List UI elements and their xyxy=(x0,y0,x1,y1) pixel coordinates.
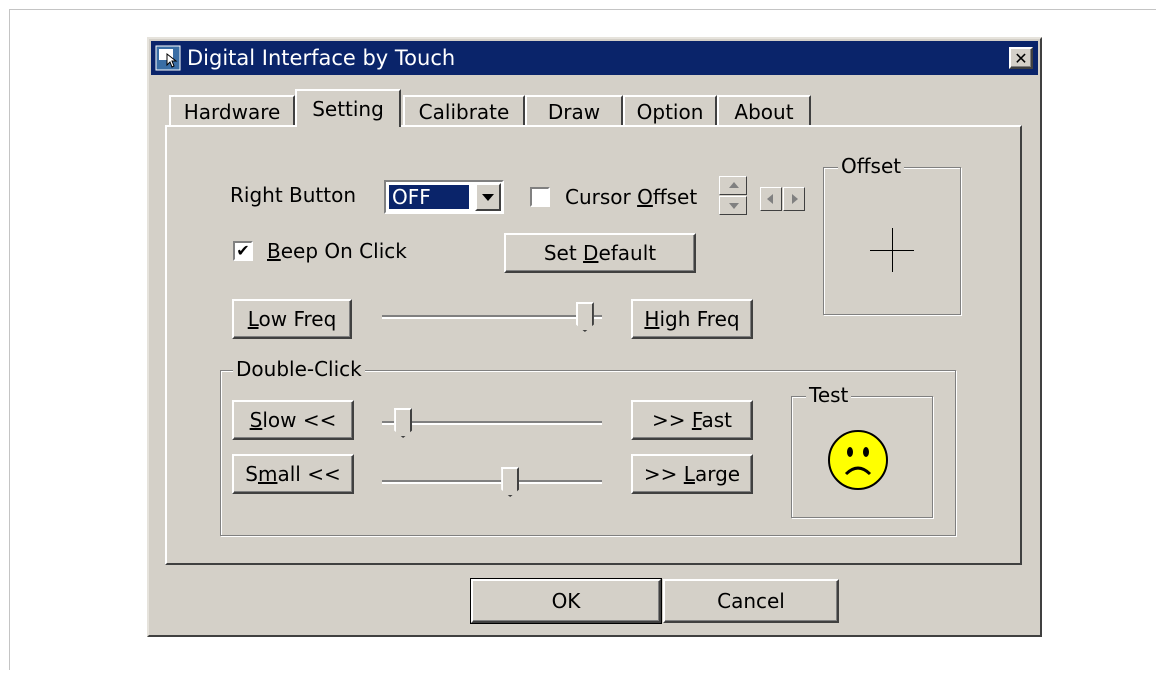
large-button[interactable]: >> Large xyxy=(631,454,753,494)
label-part: >> xyxy=(643,462,684,486)
offset-group: Offset xyxy=(823,154,961,315)
tab-label: Calibrate xyxy=(418,100,510,124)
label-accel: B xyxy=(267,239,281,263)
label-part: arge xyxy=(694,462,741,486)
offset-left-button[interactable] xyxy=(760,187,782,211)
label-part: >> xyxy=(651,408,692,432)
offset-group-label: Offset xyxy=(838,154,905,178)
tab-label: Hardware xyxy=(183,100,281,124)
ok-button[interactable]: OK xyxy=(471,579,661,623)
double-click-group-label: Double-Click xyxy=(233,357,365,381)
label-accel: S xyxy=(249,408,263,432)
label-part: low << xyxy=(262,408,337,432)
tab-label: Draw xyxy=(547,100,601,124)
tab-about[interactable]: About xyxy=(717,95,811,127)
offset-down-button[interactable] xyxy=(719,196,747,215)
freq-slider-track[interactable] xyxy=(382,315,602,319)
right-button-select[interactable]: OFF xyxy=(384,180,504,214)
tab-hardware[interactable]: Hardware xyxy=(169,95,295,127)
fast-label: >> Fast xyxy=(652,408,732,432)
label-accel: m xyxy=(257,462,278,486)
tab-label: Setting xyxy=(312,97,384,121)
label-accel: L xyxy=(683,462,695,486)
cursor-offset-checkbox[interactable] xyxy=(530,187,550,207)
dropdown-arrow-icon[interactable] xyxy=(475,183,501,211)
tab-draw[interactable]: Draw xyxy=(525,95,623,127)
arrow-right-icon xyxy=(792,194,798,204)
label-part: S xyxy=(245,462,258,486)
crosshair-icon-vertical xyxy=(892,228,893,272)
offset-up-button[interactable] xyxy=(719,176,747,195)
offset-right-button[interactable] xyxy=(783,187,805,211)
sad-face-icon[interactable] xyxy=(828,430,888,490)
label-part: all << xyxy=(277,462,341,486)
test-group: Test xyxy=(791,383,933,518)
checkmark-icon: ✔ xyxy=(236,241,250,260)
small-button[interactable]: Small << xyxy=(232,454,354,494)
right-button-label: Right Button xyxy=(230,183,357,207)
sad-face-features xyxy=(844,447,872,476)
tab-option[interactable]: Option xyxy=(623,95,717,127)
low-freq-label: Low Freq xyxy=(248,307,337,331)
label-accel: F xyxy=(691,408,702,432)
right-button-selected-value: OFF xyxy=(388,184,470,210)
close-button[interactable]: ✕ xyxy=(1009,47,1033,69)
label-part: Cursor xyxy=(565,185,638,209)
title-bar[interactable]: Digital Interface by Touch ✕ xyxy=(151,41,1038,75)
window-title: Digital Interface by Touch xyxy=(187,46,456,70)
label-part: ow Freq xyxy=(258,307,337,331)
arrow-down-icon xyxy=(729,203,739,209)
tab-label: About xyxy=(734,100,794,124)
label-part: igh Freq xyxy=(659,307,740,331)
close-icon: ✕ xyxy=(1014,48,1028,68)
ok-label: OK xyxy=(551,589,581,613)
label-accel: L xyxy=(247,307,259,331)
cancel-label: Cancel xyxy=(717,589,785,613)
size-slider-track[interactable] xyxy=(382,480,602,484)
beep-on-click-checkbox[interactable]: ✔ xyxy=(233,241,253,261)
label-accel: D xyxy=(583,241,599,265)
beep-on-click-label: Beep On Click xyxy=(267,239,407,263)
label-part: Set xyxy=(543,241,584,265)
slow-button[interactable]: Slow << xyxy=(232,400,354,440)
label-accel: H xyxy=(644,307,660,331)
small-label: Small << xyxy=(245,462,340,486)
low-freq-button[interactable]: Low Freq xyxy=(232,299,352,339)
label-part: efault xyxy=(598,241,657,265)
slow-label: Slow << xyxy=(250,408,337,432)
speed-slider-track[interactable] xyxy=(382,421,602,425)
test-group-label: Test xyxy=(806,383,852,407)
high-freq-label: High Freq xyxy=(644,307,739,331)
large-label: >> Large xyxy=(644,462,740,486)
high-freq-button[interactable]: High Freq xyxy=(631,299,753,339)
tab-label: Option xyxy=(636,100,704,124)
set-default-label: Set Default xyxy=(544,241,656,265)
label-accel: O xyxy=(637,185,653,209)
cursor-offset-label: Cursor Offset xyxy=(565,185,697,209)
fast-button[interactable]: >> Fast xyxy=(631,400,753,440)
app-touch-icon xyxy=(155,45,181,71)
arrow-left-icon xyxy=(767,194,773,204)
label-part: ast xyxy=(701,408,733,432)
label-part: ffset xyxy=(652,185,698,209)
set-default-button[interactable]: Set Default xyxy=(504,233,696,273)
label-part: eep On Click xyxy=(280,239,407,263)
dialog-window: Digital Interface by Touch ✕ Hardware Se… xyxy=(147,37,1042,637)
cancel-button[interactable]: Cancel xyxy=(663,579,839,623)
tab-setting[interactable]: Setting xyxy=(295,89,401,127)
arrow-up-icon xyxy=(729,182,739,188)
tab-calibrate[interactable]: Calibrate xyxy=(403,95,525,127)
